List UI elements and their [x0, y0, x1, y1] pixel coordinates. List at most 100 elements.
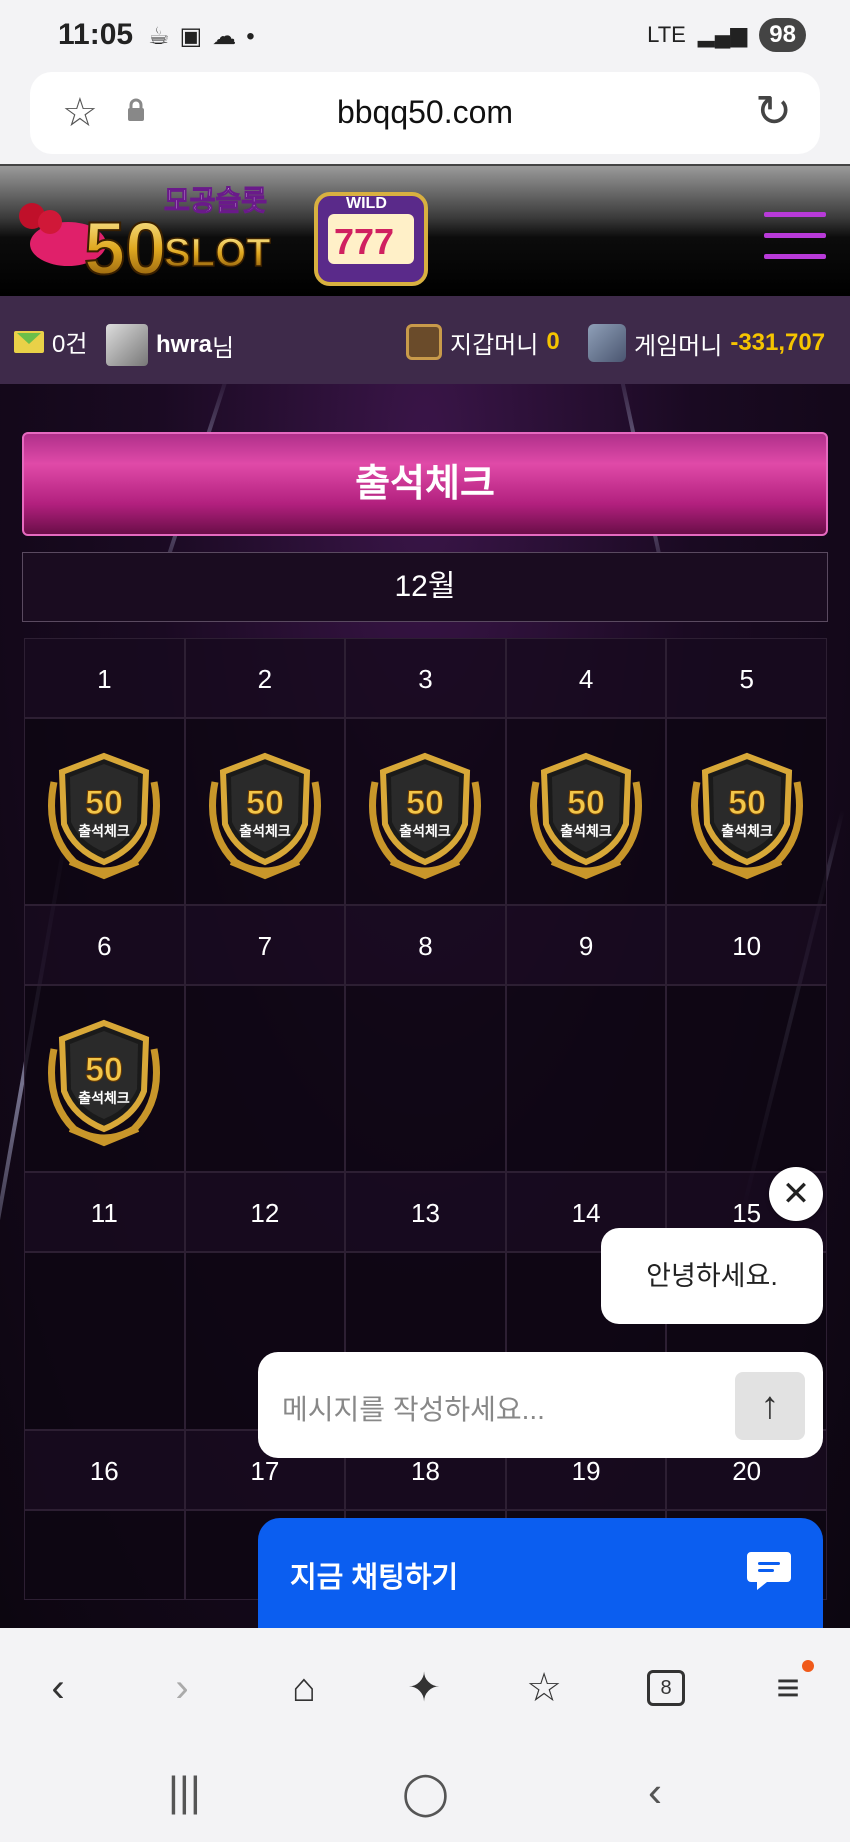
calendar-day-number: 2: [184, 638, 346, 718]
back-icon[interactable]: ‹: [28, 1658, 88, 1718]
user-info-bar: 0건 hwra 님 지갑머니 0 게임머니 -331,707: [0, 296, 850, 384]
attendance-badge-icon: 50출석체크: [690, 752, 803, 879]
game-money-label: 게임머니: [634, 332, 723, 360]
recent-apps-icon[interactable]: |||: [168, 1768, 201, 1816]
status-right: LTE ▂▄▆ 98: [647, 18, 806, 52]
game-money[interactable]: 게임머니 -331,707: [588, 324, 825, 362]
chat-greeting-bubble: 안녕하세요.: [601, 1228, 823, 1324]
calendar-day-number: 4: [505, 638, 667, 718]
calendar-day-cell[interactable]: 50 출석체크: [24, 718, 185, 905]
system-nav-bar: ||| ◯ ‹: [0, 1746, 850, 1842]
page-title: 출석체크: [22, 432, 828, 536]
calendar-day-cell[interactable]: 50 출석체크: [505, 718, 667, 905]
attendance-badge-icon: 50출석체크: [48, 1019, 161, 1146]
address-box[interactable]: ☆ bbqq50.com ↻: [30, 72, 820, 154]
badge-number: 50: [407, 784, 445, 822]
logo-subtitle: 모공슬롯: [164, 185, 267, 216]
user-profile[interactable]: hwra 님: [106, 324, 234, 366]
calendar-day-number: 6: [24, 905, 185, 985]
reload-icon[interactable]: ↻: [755, 86, 792, 137]
month-label: 12월: [22, 552, 828, 622]
network-icon: LTE: [647, 22, 686, 47]
calendar-day-number: 7: [184, 905, 346, 985]
calendar-day-cell[interactable]: 50 출석체크: [24, 985, 185, 1172]
calendar-day-number: 12: [184, 1172, 346, 1252]
logo-word: SLOT: [164, 231, 271, 275]
calendar-day-number: 13: [345, 1172, 506, 1252]
notification-dot: [802, 1660, 814, 1672]
tab-count: 8: [647, 1670, 685, 1706]
badge-label: 출석체크: [400, 823, 452, 839]
badge-label: 출석체크: [560, 823, 612, 839]
forward-icon[interactable]: ›: [152, 1658, 212, 1718]
badge-label: 출석체크: [79, 823, 131, 839]
calendar-week: 1 2 3 4 5 50 출석체크 50 출석체크 50 출석체크 50 출석체크 50 출석체크: [24, 638, 827, 905]
browser-bottom-nav: ‹ › ⌂ ✦ ☆ 8 ≡: [0, 1628, 850, 1746]
calendar-day-cell[interactable]: [505, 985, 667, 1172]
status-notification-icons: ☕▣☁•: [148, 23, 265, 50]
safe-icon: [406, 324, 442, 360]
system-home-icon[interactable]: ◯: [402, 1768, 449, 1817]
calendar-day-number: 3: [345, 638, 506, 718]
chat-now-button[interactable]: 지금 채팅하기: [258, 1518, 823, 1628]
calendar-day-number: 8: [345, 905, 506, 985]
mail-counter[interactable]: 0건: [14, 324, 87, 359]
calendar-day-cell[interactable]: [345, 985, 506, 1172]
calendar-day-cell[interactable]: [24, 1252, 185, 1430]
avatar: [106, 324, 148, 366]
status-bar: 11:05 ☕▣☁• LTE ▂▄▆ 98: [0, 0, 850, 72]
close-chat-button[interactable]: ✕: [769, 1167, 823, 1221]
battery-icon: 98: [759, 18, 806, 52]
menu-icon[interactable]: ≡: [758, 1658, 818, 1718]
site-header: 50 모공슬롯 SLOT 777 WILD: [0, 164, 850, 296]
treasure-chest-icon: [588, 324, 626, 362]
calendar-day-cell[interactable]: 50 출석체크: [666, 718, 827, 905]
home-icon[interactable]: ⌂: [274, 1658, 334, 1718]
calendar-day-cell[interactable]: [184, 985, 346, 1172]
calendar-day-cell[interactable]: [24, 1510, 185, 1600]
badge-label: 출석체크: [721, 823, 773, 839]
calendar-day-cell[interactable]: 50 출석체크: [345, 718, 506, 905]
ai-sparkle-icon[interactable]: ✦: [394, 1658, 454, 1718]
attendance-badge-icon: 50출석체크: [208, 752, 321, 879]
badge-number: 50: [728, 784, 766, 822]
wallet-value: 0: [546, 328, 560, 355]
wallet-money[interactable]: 지갑머니 0: [406, 324, 560, 360]
site-logo[interactable]: 50 모공슬롯 SLOT 777 WILD: [16, 174, 436, 294]
url-text[interactable]: bbqq50.com: [30, 94, 820, 131]
send-arrow-button[interactable]: ↑: [735, 1372, 805, 1440]
attendance-badge-icon: 50출석체크: [369, 752, 482, 879]
calendar-day-number: 11: [24, 1172, 185, 1252]
calendar-day-cell[interactable]: 50 출석체크: [184, 718, 346, 905]
chat-message-input[interactable]: 메시지를 작성하세요... ↑: [258, 1352, 823, 1458]
badge-number: 50: [567, 784, 605, 822]
browser-url-bar: ☆ bbqq50.com ↻: [0, 72, 850, 164]
bookmarks-icon[interactable]: ☆: [514, 1658, 574, 1718]
calendar-day-number: 10: [666, 905, 827, 985]
hamburger-menu-button[interactable]: [764, 212, 826, 275]
badge-number: 50: [85, 1051, 123, 1089]
username-suffix: 님: [212, 334, 235, 362]
logo-number: 50: [84, 207, 166, 290]
calendar-day-number: 1: [24, 638, 185, 718]
mail-icon: [14, 330, 44, 353]
calendar-day-number: 5: [666, 638, 827, 718]
game-money-value: -331,707: [730, 329, 826, 356]
svg-text:WILD: WILD: [346, 195, 387, 212]
badge-number: 50: [246, 784, 284, 822]
badge-label: 출석체크: [79, 1090, 131, 1106]
badge-label: 출석체크: [239, 823, 291, 839]
mail-count: 0건: [52, 331, 88, 358]
wallet-label: 지갑머니: [450, 331, 539, 359]
attendance-badge-icon: 50출석체크: [530, 752, 642, 879]
tabs-icon[interactable]: 8: [636, 1658, 696, 1718]
attendance-badge-icon: 50출석체크: [48, 752, 161, 879]
status-time: 11:05: [58, 18, 134, 51]
svg-text:777: 777: [334, 221, 394, 262]
chat-input-placeholder: 메시지를 작성하세요...: [282, 1394, 545, 1425]
badge-number: 50: [85, 784, 123, 822]
chat-now-label: 지금 채팅하기: [290, 1562, 459, 1594]
calendar-week: 6 7 8 9 10 50 출석체크: [24, 905, 827, 1172]
calendar-day-cell[interactable]: [666, 985, 827, 1172]
system-back-icon[interactable]: ‹: [648, 1768, 662, 1816]
